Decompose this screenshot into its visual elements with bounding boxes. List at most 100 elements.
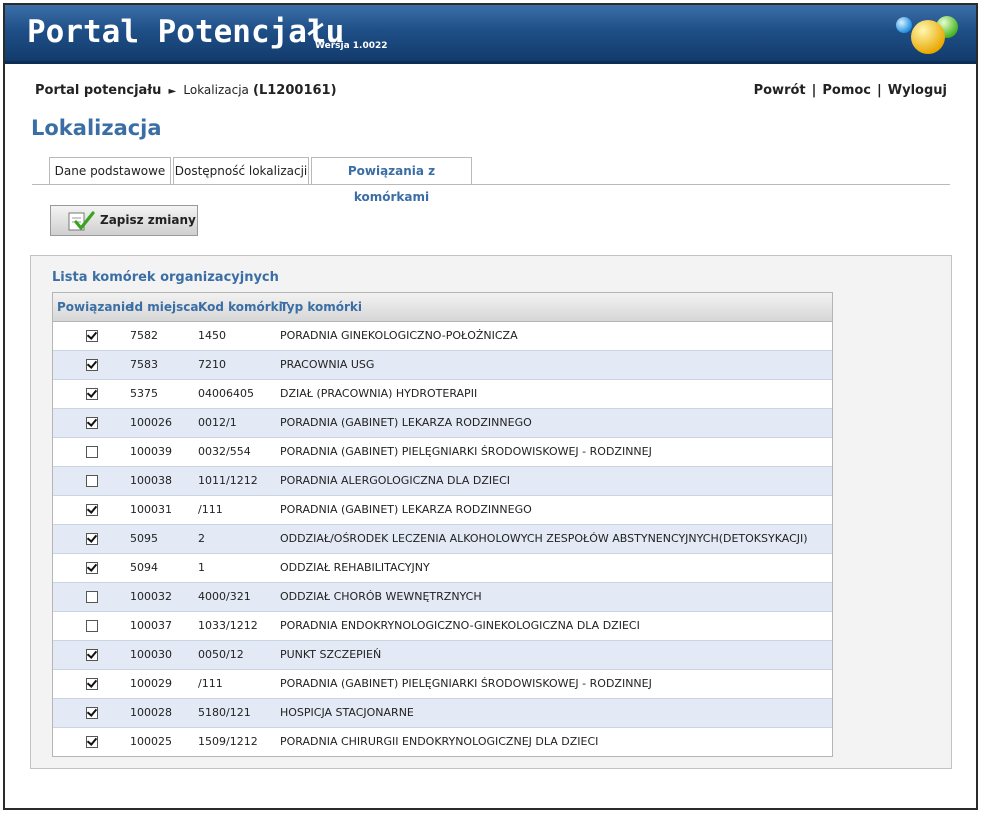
place-id-cell: 100025 <box>130 735 172 748</box>
unit-code-cell: 1450 <box>198 329 226 342</box>
unit-type-cell: DZIAŁ (PRACOWNIA) HYDROTERAPII <box>280 387 478 400</box>
units-list-title: Lista komórek organizacyjnych <box>52 270 279 285</box>
breadcrumb-current: Lokalizacja <box>183 83 249 97</box>
header-banner: Portal Potencjału Wersja 1.0022 <box>5 5 976 64</box>
unit-code-cell: 1011/1212 <box>198 474 258 487</box>
table-row: 100031/111 PORADNIA (GABINET) LEKARZA ROD… <box>53 496 832 525</box>
help-link[interactable]: Pomoc <box>822 83 871 98</box>
link-separator: | <box>811 83 817 98</box>
top-links: Powrót | Pomoc | Wyloguj <box>754 83 947 98</box>
app-version: Wersja 1.0022 <box>315 41 388 51</box>
unit-code-cell: 1033/1212 <box>198 619 258 632</box>
place-id-cell: 100029 <box>130 677 172 690</box>
place-id-cell: 100028 <box>130 706 172 719</box>
place-id-cell: 100032 <box>130 590 172 603</box>
logout-link[interactable]: Wyloguj <box>888 83 947 98</box>
table-row: 7583 7210 PRACOWNIA USG <box>53 351 832 380</box>
unit-type-cell: PRACOWNIA USG <box>280 358 375 371</box>
table-row: 5094 1 ODDZIAŁ REHABILITACYJNY <box>53 554 832 583</box>
table-row: 100028 5180/121 HOSPICJA STACJONARNE <box>53 699 832 728</box>
table-row: 5375 04006405 DZIAŁ (PRACOWNIA) HYDROTERAP… <box>53 380 832 409</box>
breadcrumb-id: (L1200161) <box>253 83 337 98</box>
tab-unit-links[interactable]: Powiązania z komórkami <box>311 157 472 204</box>
table-row: 100026 0012/1 PORADNIA (GABINET) LEKARZA R… <box>53 409 832 438</box>
unit-type-cell: PORADNIA (GABINET) LEKARZA RODZINNEGO <box>280 503 532 516</box>
unit-code-cell: /111 <box>198 503 223 516</box>
link-checkbox[interactable] <box>86 678 98 690</box>
unit-code-cell: 0032/554 <box>198 445 251 458</box>
table-row: 100032 4000/321 ODDZIAŁ CHORÓB WEWNĘTRZNYC… <box>53 583 832 612</box>
unit-code-cell: 0012/1 <box>198 416 237 429</box>
table-row: 100037 1033/1212 PORADNIA ENDOKRYNOLOGICZN… <box>53 612 832 641</box>
save-changes-button[interactable]: Zapisz zmiany <box>50 205 198 236</box>
unit-code-cell: 1509/1212 <box>198 735 258 748</box>
link-checkbox[interactable] <box>86 446 98 458</box>
link-checkbox[interactable] <box>86 562 98 574</box>
table-row: 100025 1509/1212 PORADNIA CHIRURGII ENDOKR… <box>53 728 832 756</box>
link-checkbox[interactable] <box>86 359 98 371</box>
unit-code-cell: 5180/121 <box>198 706 251 719</box>
place-id-cell: 5094 <box>130 561 158 574</box>
logo-bubbles-icon <box>896 16 958 54</box>
page-title: Lokalizacja <box>31 116 162 140</box>
link-checkbox[interactable] <box>86 417 98 429</box>
unit-type-cell: PUNKT SZCZEPIEŃ <box>280 648 382 661</box>
link-checkbox[interactable] <box>86 533 98 545</box>
column-header-unit-code[interactable]: Kod komórki <box>198 300 283 314</box>
save-changes-label: Zapisz zmiany <box>100 213 196 227</box>
table-row: 100038 1011/1212 PORADNIA ALERGOLOGICZNA D… <box>53 467 832 496</box>
column-header-place-id[interactable]: Id miejsca <box>130 300 198 314</box>
column-header-link[interactable]: Powiązanie <box>57 300 133 314</box>
place-id-cell: 100039 <box>130 445 172 458</box>
table-row: 100039 0032/554 PORADNIA (GABINET) PIELĘGN… <box>53 438 832 467</box>
unit-type-cell: PORADNIA GINEKOLOGICZNO-POŁOŻNICZA <box>280 329 518 342</box>
unit-code-cell: 1 <box>198 561 205 574</box>
link-checkbox[interactable] <box>86 591 98 603</box>
link-checkbox[interactable] <box>86 388 98 400</box>
link-checkbox[interactable] <box>86 649 98 661</box>
tab-location-availability[interactable]: Dostępność lokalizacji <box>173 157 309 184</box>
place-id-cell: 100037 <box>130 619 172 632</box>
unit-type-cell: ODDZIAŁ REHABILITACYJNY <box>280 561 430 574</box>
place-id-cell: 100026 <box>130 416 172 429</box>
table-row: 5095 2 ODDZIAŁ/OŚRODEK LECZENIA ALKOHOLOWY… <box>53 525 832 554</box>
link-checkbox[interactable] <box>86 475 98 487</box>
unit-type-cell: ODDZIAŁ/OŚRODEK LECZENIA ALKOHOLOWYCH ZE… <box>280 532 808 545</box>
units-panel: Lista komórek organizacyjnych Powiązanie… <box>30 255 952 769</box>
unit-code-cell: /111 <box>198 677 223 690</box>
place-id-cell: 5095 <box>130 532 158 545</box>
table-row: 7582 1450 PORADNIA GINEKOLOGICZNO-POŁOŻNIC… <box>53 322 832 351</box>
tab-basic-data[interactable]: Dane podstawowe <box>49 157 171 184</box>
link-checkbox[interactable] <box>86 736 98 748</box>
link-checkbox[interactable] <box>86 620 98 632</box>
link-separator: | <box>877 83 882 98</box>
column-header-unit-type[interactable]: Typ komórki <box>280 300 362 314</box>
unit-type-cell: PORADNIA ENDOKRYNOLOGICZNO-GINEKOLOGICZN… <box>280 619 640 632</box>
place-id-cell: 100030 <box>130 648 172 661</box>
app-window: Portal Potencjału Wersja 1.0022 Portal p… <box>3 3 978 810</box>
unit-type-cell: PORADNIA (GABINET) LEKARZA RODZINNEGO <box>280 416 532 429</box>
unit-type-cell: PORADNIA CHIRURGII ENDOKRYNOLOGICZNEJ DL… <box>280 735 599 748</box>
table-header: Powiązanie Id miejsca Kod komórki Typ ko… <box>53 293 832 322</box>
tab-divider <box>32 184 950 185</box>
table-body: 7582 1450 PORADNIA GINEKOLOGICZNO-POŁOŻNIC… <box>53 322 832 756</box>
link-checkbox[interactable] <box>86 504 98 516</box>
place-id-cell: 7582 <box>130 329 158 342</box>
breadcrumb: Portal potencjału ► Lokalizacja (L120016… <box>35 83 337 98</box>
back-link[interactable]: Powrót <box>754 83 806 98</box>
place-id-cell: 7583 <box>130 358 158 371</box>
unit-type-cell: PORADNIA (GABINET) PIELĘGNIARKI ŚRODOWIS… <box>280 677 652 690</box>
place-id-cell: 100031 <box>130 503 172 516</box>
unit-code-cell: 4000/321 <box>198 590 251 603</box>
table-row: 100029/111 PORADNIA (GABINET) PIELĘGNIARK… <box>53 670 832 699</box>
table-row: 100030 0050/12 PUNKT SZCZEPIEŃ <box>53 641 832 670</box>
link-checkbox[interactable] <box>86 707 98 719</box>
app-title: Portal Potencjału <box>27 14 345 50</box>
breadcrumb-separator: ► <box>168 86 177 97</box>
unit-type-cell: PORADNIA ALERGOLOGICZNA DLA DZIECI <box>280 474 511 487</box>
unit-code-cell: 0050/12 <box>198 648 244 661</box>
unit-type-cell: PORADNIA (GABINET) PIELĘGNIARKI ŚRODOWIS… <box>280 445 652 458</box>
breadcrumb-root[interactable]: Portal potencjału <box>35 83 161 98</box>
link-checkbox[interactable] <box>86 330 98 342</box>
unit-code-cell: 04006405 <box>198 387 254 400</box>
